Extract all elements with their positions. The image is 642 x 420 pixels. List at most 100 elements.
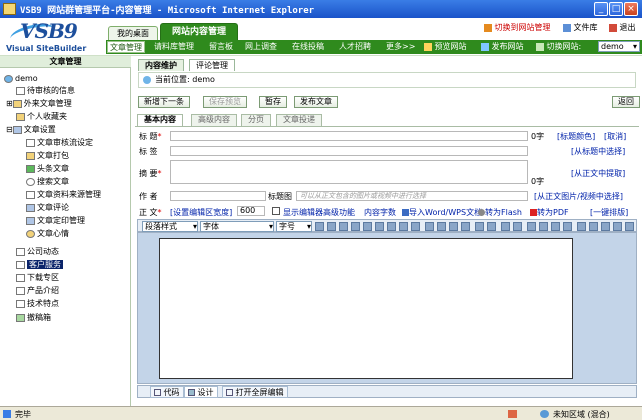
mode-code[interactable]: 代码 — [150, 386, 184, 398]
subtab-comment-management[interactable]: 评论管理 — [189, 59, 235, 71]
convert-flash-link[interactable]: 转为Flash — [478, 207, 522, 218]
back-button[interactable]: 返回 — [612, 96, 640, 108]
publish-site-link[interactable]: 发布网站 — [481, 41, 524, 53]
menu-material-library[interactable]: 请料库管理 — [154, 41, 194, 53]
tree-item-external-articles[interactable]: ⊞ 外来文章管理 — [6, 98, 72, 109]
minimize-icon[interactable]: _ — [594, 2, 608, 16]
tree-item-print-management[interactable]: 文章定印管理 — [26, 215, 85, 226]
menu-online-survey[interactable]: 网上调查 — [245, 41, 277, 53]
maximize-icon[interactable]: □ — [609, 2, 623, 16]
tab-advanced-content[interactable]: 高级内容 — [191, 114, 237, 126]
expand-plus-icon[interactable]: ⊞ — [6, 99, 13, 108]
tab-pagination[interactable]: 分页 — [241, 114, 271, 126]
paste-text-icon[interactable] — [363, 222, 372, 231]
switch-to-admin-link[interactable]: 切换到网站管理 — [484, 22, 551, 33]
paste-icon[interactable] — [351, 222, 360, 231]
tree-item-products[interactable]: 产品介绍 — [16, 285, 59, 296]
tab-basic-content[interactable]: 基本内容 — [137, 114, 183, 126]
tab-my-desktop[interactable]: 我的桌面 — [108, 26, 158, 40]
menu-recruitment[interactable]: 人才招聘 — [339, 41, 371, 53]
menu-message-board[interactable]: 留言板 — [209, 41, 233, 53]
tree-item-search[interactable]: 搜索文章 — [26, 176, 69, 187]
cancel-color-link[interactable]: [取消] — [604, 131, 626, 142]
paste-word-icon[interactable] — [375, 222, 384, 231]
author-input[interactable] — [170, 191, 266, 201]
show-advanced-features-link[interactable]: 显示编辑器高级功能 — [283, 207, 355, 218]
copy-icon[interactable] — [339, 222, 348, 231]
tree-item-tech-features[interactable]: 技术特点 — [16, 298, 59, 309]
add-next-button[interactable]: 新增下一条 — [138, 96, 190, 108]
align-right-icon[interactable] — [449, 222, 458, 231]
tree-item-company-news[interactable]: 公司动态 — [16, 246, 59, 257]
tree-item-favorites[interactable]: 个人收藏夹 — [16, 111, 67, 122]
save-preview-button[interactable]: 保存预览 — [203, 96, 247, 108]
tree-item-sources[interactable]: 文章资料来源管理 — [26, 189, 101, 200]
menu-online-submission[interactable]: 在线投稿 — [292, 41, 324, 53]
align-center-icon[interactable] — [437, 222, 446, 231]
mode-design[interactable]: 设计 — [184, 386, 218, 398]
indent-icon[interactable] — [501, 222, 510, 231]
cut-icon[interactable] — [327, 222, 336, 231]
font-select[interactable]: 字体 ▾ — [200, 221, 274, 232]
find-icon[interactable] — [387, 222, 396, 231]
link-icon[interactable] — [613, 222, 622, 231]
tree-root-demo[interactable]: demo — [4, 73, 38, 84]
outdent-icon[interactable] — [513, 222, 522, 231]
title-image-input[interactable]: 可以从正文包含的图片或视频中进行选择 — [296, 191, 528, 201]
subtab-content-maintenance[interactable]: 内容维护 — [138, 59, 184, 71]
editor-canvas[interactable] — [159, 238, 573, 379]
tree-item-downloads[interactable]: 下载专区 — [16, 272, 59, 283]
advanced-features-checkbox[interactable] — [272, 207, 280, 215]
image-icon[interactable] — [577, 222, 586, 231]
draft-button[interactable]: 暂存 — [259, 96, 287, 108]
tree-item-review-flow[interactable]: 文章审核流设定 — [26, 137, 93, 148]
menu-article-management[interactable]: 文章管理 — [107, 41, 145, 53]
editor-width-input[interactable]: 600 — [237, 206, 265, 216]
tab-article-delivery[interactable]: 文章投递 — [276, 114, 322, 126]
table-icon[interactable] — [527, 222, 536, 231]
close-icon[interactable]: × — [624, 2, 638, 16]
insert-row-icon[interactable] — [539, 222, 548, 231]
publish-article-button[interactable]: 发布文章 — [294, 96, 338, 108]
one-click-layout-link[interactable]: [一键排版] — [590, 207, 628, 218]
flash-insert-icon[interactable] — [589, 222, 598, 231]
collapse-minus-icon[interactable]: ⊟ — [6, 125, 13, 134]
tree-item-packaging[interactable]: 文章打包 — [26, 150, 69, 161]
title-input[interactable] — [170, 131, 528, 141]
tree-item-headline[interactable]: 头条文章 — [26, 163, 69, 174]
merge-cells-icon[interactable] — [563, 222, 572, 231]
align-justify-icon[interactable] — [461, 222, 470, 231]
tree-item-customer-service[interactable]: 客户服务 — [16, 259, 63, 270]
menu-more[interactable]: 更多>> — [386, 41, 415, 53]
summary-from-body-link[interactable]: [从正文中提取] — [571, 168, 625, 179]
file-library-link[interactable]: 文件库 — [563, 22, 598, 33]
word-count-link[interactable]: 内容字数 — [364, 207, 396, 218]
undo-icon[interactable] — [399, 222, 408, 231]
summary-textarea[interactable] — [170, 160, 528, 184]
paragraph-style-select[interactable]: 段落样式 ▾ — [142, 221, 198, 232]
tab-content-management[interactable]: 网站内容管理 — [160, 23, 238, 40]
title-image-select-link[interactable]: [从正文图片/视频中选择] — [534, 191, 623, 202]
tree-item-recycle-bin[interactable]: 撤稿箱 — [16, 312, 51, 323]
tag-from-title-link[interactable]: [从标题中选择] — [571, 146, 625, 157]
unordered-list-icon[interactable] — [487, 222, 496, 231]
font-size-select[interactable]: 字号 ▾ — [276, 221, 312, 232]
title-color-link[interactable]: [标题颜色] — [557, 131, 595, 142]
tree-item-pending-review[interactable]: 待审核的信息 — [16, 85, 75, 96]
preview-site-link[interactable]: 预览网站 — [424, 41, 467, 53]
align-left-icon[interactable] — [425, 222, 434, 231]
more-tools-icon[interactable] — [625, 222, 634, 231]
mode-fullscreen[interactable]: 打开全屏编辑 — [222, 386, 288, 398]
tag-input[interactable] — [170, 146, 528, 156]
font-color-icon[interactable] — [315, 222, 324, 231]
tree-item-mood[interactable]: 文章心情 — [26, 228, 69, 239]
ordered-list-icon[interactable] — [475, 222, 484, 231]
convert-pdf-link[interactable]: 转为PDF — [530, 207, 569, 218]
insert-col-icon[interactable] — [551, 222, 560, 231]
editor-width-link[interactable]: [设置编辑区宽度] — [170, 207, 232, 218]
tree-item-comments[interactable]: 文章评论 — [26, 202, 69, 213]
tree-item-article-settings[interactable]: ⊟ 文章设置 — [6, 124, 56, 135]
eraser-icon[interactable] — [411, 222, 420, 231]
media-icon[interactable] — [601, 222, 610, 231]
site-select[interactable]: demo ▾ — [598, 41, 640, 52]
